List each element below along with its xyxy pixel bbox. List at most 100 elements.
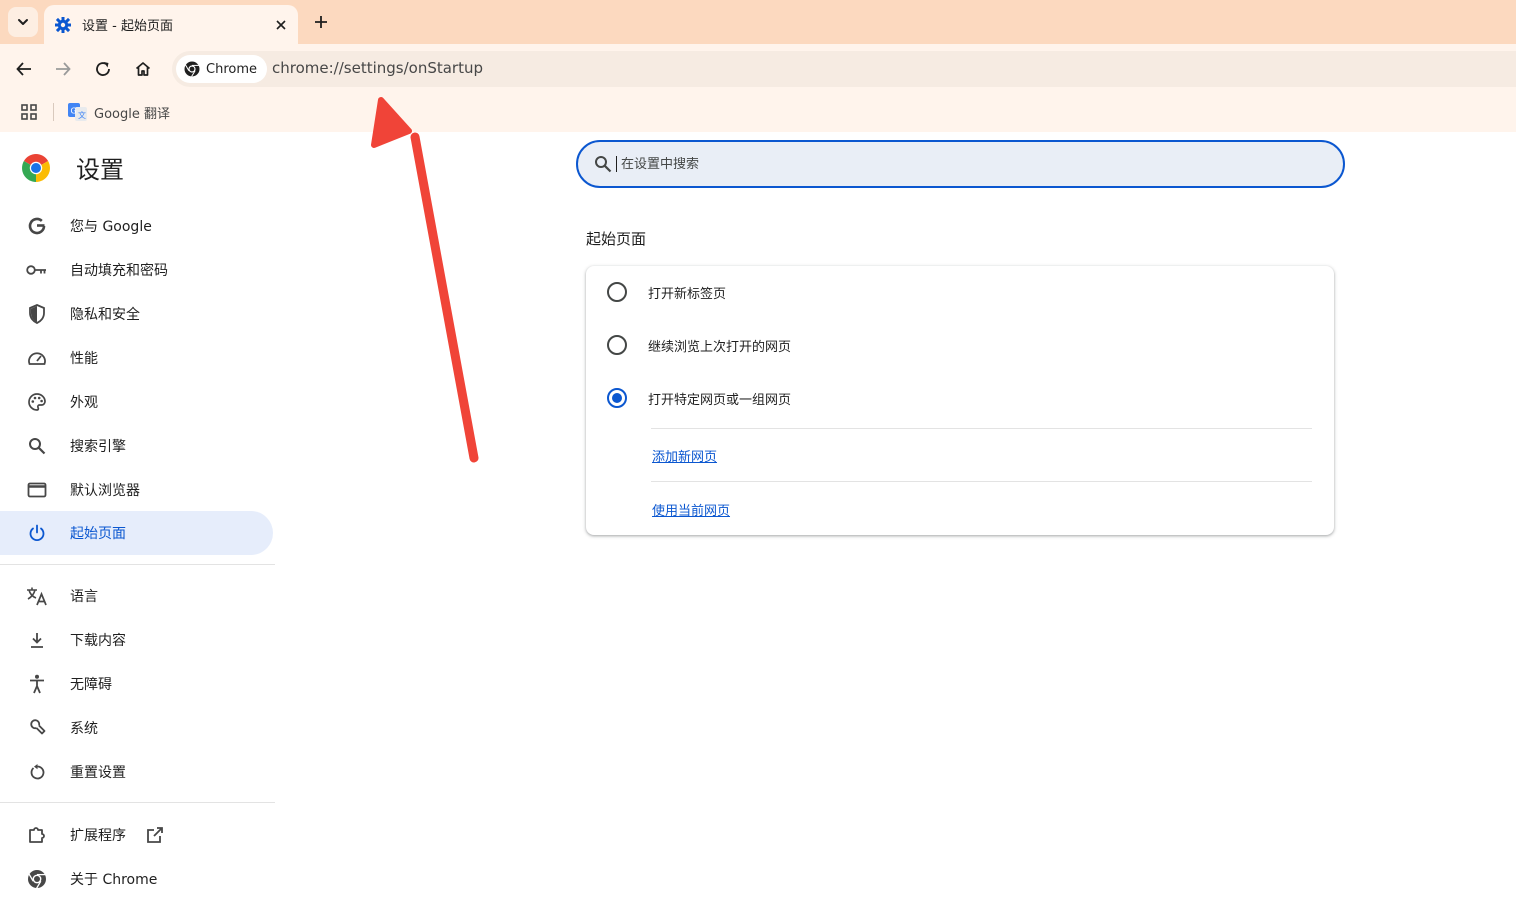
sidebar-divider (0, 802, 275, 803)
reset-icon (26, 761, 48, 783)
option-label: 打开特定网页或一组网页 (648, 392, 792, 408)
bookmarks-divider (53, 103, 54, 121)
arrow-left-icon (16, 62, 31, 76)
settings-header: 设置 (22, 150, 124, 185)
card-divider (651, 481, 1312, 482)
plus-icon (315, 16, 327, 28)
forward-button[interactable] (48, 54, 78, 84)
startup-options-card: 打开新标签页 继续浏览上次打开的网页 打开特定网页或一组网页 添加新网页 使用当… (586, 266, 1334, 535)
sidebar-item-label: 自动填充和密码 (70, 263, 168, 279)
sidebar-item-label: 系统 (70, 721, 98, 737)
radio-button[interactable] (607, 335, 627, 355)
external-link-icon (146, 826, 164, 844)
sidebar-divider (0, 564, 275, 565)
sidebar-item-search-engine[interactable]: 搜索引擎 (0, 424, 273, 468)
download-icon (26, 629, 48, 651)
tab-strip: 设置 - 起始页面 (0, 0, 1516, 44)
option-specific-pages[interactable]: 打开特定网页或一组网页 (586, 372, 1334, 424)
search-input[interactable] (621, 156, 1301, 172)
new-tab-button[interactable] (308, 9, 334, 35)
add-new-page-link[interactable]: 添加新网页 (652, 446, 717, 465)
bookmark-google-translate[interactable]: G 文 Google 翻译 (68, 100, 170, 124)
speedometer-icon (26, 347, 48, 369)
sidebar-item-label: 扩展程序 (70, 828, 126, 844)
radio-button[interactable] (607, 282, 627, 302)
bookmark-label: Google 翻译 (94, 106, 170, 122)
apps-grid-icon (21, 104, 37, 120)
power-icon (26, 522, 48, 544)
sidebar-item-label: 无障碍 (70, 677, 112, 693)
reload-button[interactable] (88, 54, 118, 84)
chrome-icon (26, 868, 48, 890)
sidebar-item-about-chrome[interactable]: 关于 Chrome (0, 857, 273, 901)
sidebar-item-default-browser[interactable]: 默认浏览器 (0, 468, 273, 512)
sidebar-item-label: 重置设置 (70, 765, 126, 781)
sidebar-item-label: 起始页面 (70, 526, 126, 542)
svg-text:G: G (71, 107, 77, 116)
chip-label: Chrome (206, 61, 257, 77)
option-label: 打开新标签页 (648, 286, 727, 302)
apps-button[interactable] (18, 101, 40, 123)
sidebar-item-label: 您与 Google (70, 219, 152, 235)
gear-icon (54, 16, 72, 34)
sidebar-item-performance[interactable]: 性能 (0, 336, 273, 380)
wrench-icon (26, 717, 48, 739)
bookmarks-bar: G 文 Google 翻译 (0, 92, 1516, 132)
use-current-pages-link[interactable]: 使用当前网页 (652, 500, 730, 519)
sidebar-item-label: 语言 (70, 589, 98, 605)
sidebar-item-label: 性能 (70, 351, 98, 367)
chrome-icon (184, 61, 200, 77)
sidebar-item-downloads[interactable]: 下载内容 (0, 618, 273, 662)
sidebar-item-label: 关于 Chrome (70, 872, 158, 888)
browser-window-icon (26, 479, 48, 501)
home-icon (135, 62, 151, 76)
sidebar-item-accessibility[interactable]: 无障碍 (0, 662, 273, 706)
chevron-down-icon (18, 19, 28, 25)
sidebar-item-extensions[interactable]: 扩展程序 (0, 813, 273, 857)
card-divider (651, 428, 1312, 429)
svg-text:文: 文 (78, 110, 86, 120)
sidebar-item-appearance[interactable]: 外观 (0, 380, 273, 424)
option-continue[interactable]: 继续浏览上次打开的网页 (586, 319, 1334, 371)
tab-title: 设置 - 起始页面 (82, 19, 173, 34)
search-icon (595, 156, 612, 173)
settings-search-box[interactable] (576, 140, 1345, 188)
page-title: 设置 (76, 156, 124, 184)
sidebar-item-you-and-google[interactable]: 您与 Google (0, 204, 273, 248)
puzzle-icon (26, 824, 48, 846)
address-bar[interactable]: Chrome chrome://settings/onStartup (172, 51, 1516, 87)
close-icon[interactable] (270, 14, 292, 36)
option-new-tab[interactable]: 打开新标签页 (586, 266, 1334, 318)
text-caret (616, 156, 617, 172)
sidebar-item-reset[interactable]: 重置设置 (0, 750, 273, 794)
search-icon (26, 435, 48, 457)
sidebar-item-autofill[interactable]: 自动填充和密码 (0, 248, 273, 292)
home-button[interactable] (128, 54, 158, 84)
key-icon (26, 259, 48, 281)
tab-search-button[interactable] (8, 7, 38, 37)
arrow-right-icon (56, 62, 71, 76)
shield-icon (26, 303, 48, 325)
sidebar-item-label: 默认浏览器 (70, 483, 140, 499)
url-text[interactable]: chrome://settings/onStartup (272, 59, 483, 77)
google-g-icon (26, 215, 48, 237)
sidebar-item-label: 搜索引擎 (70, 439, 126, 455)
site-info-chip[interactable]: Chrome (176, 55, 267, 83)
sidebar-item-label: 外观 (70, 395, 98, 411)
sidebar-item-privacy[interactable]: 隐私和安全 (0, 292, 273, 336)
settings-sidebar: 设置 您与 Google 自动填充和密码 隐私和安全 性能 外观 搜索引擎 默认… (0, 132, 276, 909)
toolbar: Chrome chrome://settings/onStartup (0, 44, 1516, 92)
chrome-logo-icon (22, 153, 50, 182)
google-translate-icon: G 文 (68, 103, 87, 121)
accessibility-icon (26, 673, 48, 695)
radio-button-selected[interactable] (607, 388, 627, 408)
translate-icon (26, 585, 48, 607)
back-button[interactable] (9, 54, 39, 84)
sidebar-item-label: 下载内容 (70, 633, 126, 649)
sidebar-item-languages[interactable]: 语言 (0, 574, 273, 618)
palette-icon (26, 391, 48, 413)
tab-settings[interactable]: 设置 - 起始页面 (44, 5, 298, 44)
sidebar-item-label: 隐私和安全 (70, 307, 140, 323)
sidebar-item-system[interactable]: 系统 (0, 706, 273, 750)
sidebar-item-on-startup[interactable]: 起始页面 (0, 511, 273, 555)
